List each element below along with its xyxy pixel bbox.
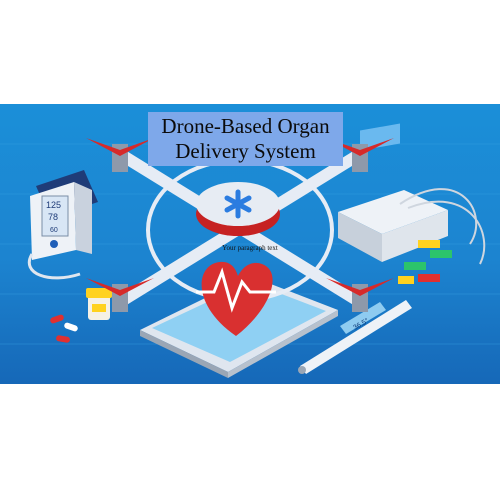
blood-pressure-monitor: 125 78 60 [28,170,98,280]
bp-top-value: 125 [46,200,61,210]
paragraph-caption: Your paragraph text [222,244,278,252]
pill-bottle [86,288,112,320]
title-line-2: Delivery System [175,139,316,163]
title-box: Drone-Based Organ Delivery System [148,112,343,166]
bp-bottom-value: 78 [48,212,58,222]
bp-pulse-value: 60 [50,227,58,234]
capsules [50,314,78,343]
title-line-1: Drone-Based Organ [161,114,330,138]
